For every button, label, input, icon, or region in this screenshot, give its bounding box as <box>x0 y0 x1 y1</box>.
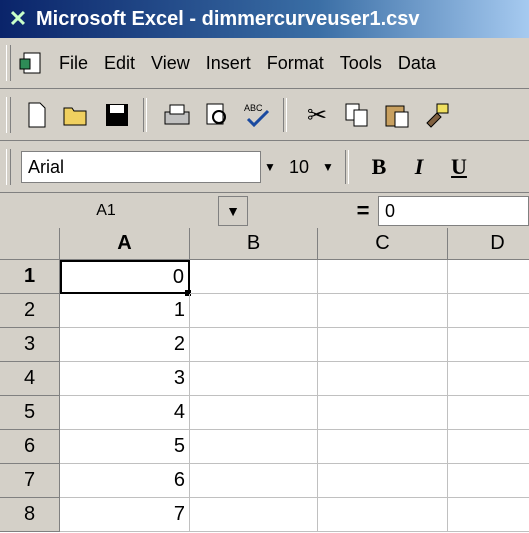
underline-label: U <box>451 154 467 179</box>
toolbar-grip[interactable] <box>6 97 11 133</box>
cell-b2[interactable] <box>190 294 318 328</box>
menu-file[interactable]: File <box>59 53 88 74</box>
cell-d2[interactable] <box>448 294 529 328</box>
toolbar-separator <box>143 98 147 132</box>
menu-format[interactable]: Format <box>267 53 324 74</box>
document-icon[interactable] <box>15 46 49 80</box>
cell-c2[interactable] <box>318 294 448 328</box>
title-bar: ✕ Microsoft Excel - dimmercurveuser1.csv <box>0 0 529 38</box>
font-name-box[interactable]: Arial <box>21 151 261 183</box>
select-all-corner[interactable] <box>0 228 60 260</box>
cell-d6[interactable] <box>448 430 529 464</box>
cell-b4[interactable] <box>190 362 318 396</box>
cell-c8[interactable] <box>318 498 448 532</box>
bold-button[interactable]: B <box>361 149 397 185</box>
print-preview-icon[interactable] <box>199 97 235 133</box>
font-name-value: Arial <box>28 156 65 177</box>
cell-c4[interactable] <box>318 362 448 396</box>
row-header-1[interactable]: 1 <box>0 260 60 294</box>
cell-c5[interactable] <box>318 396 448 430</box>
row-header-4[interactable]: 4 <box>0 362 60 396</box>
formula-input[interactable]: 0 <box>378 196 529 226</box>
cell-d7[interactable] <box>448 464 529 498</box>
cell-d3[interactable] <box>448 328 529 362</box>
cell-b1[interactable] <box>190 260 318 294</box>
menu-data[interactable]: Data <box>398 53 436 74</box>
svg-text:ABC: ABC <box>244 103 263 113</box>
cell-a6[interactable]: 5 <box>60 430 190 464</box>
cell-a5[interactable]: 4 <box>60 396 190 430</box>
row-header-7[interactable]: 7 <box>0 464 60 498</box>
cell-d8[interactable] <box>448 498 529 532</box>
format-painter-icon[interactable] <box>419 97 455 133</box>
copy-icon[interactable] <box>339 97 375 133</box>
cell-c7[interactable] <box>318 464 448 498</box>
menu-edit[interactable]: Edit <box>104 53 135 74</box>
menu-insert[interactable]: Insert <box>206 53 251 74</box>
column-header-d[interactable]: D <box>448 228 529 260</box>
cell-d1[interactable] <box>448 260 529 294</box>
cell-a3[interactable]: 2 <box>60 328 190 362</box>
cut-icon[interactable]: ✂ <box>299 97 335 133</box>
font-size-box[interactable]: 10 <box>279 151 319 183</box>
toolbar-grip[interactable] <box>6 45 11 81</box>
toolbar-separator <box>345 150 349 184</box>
cell-b5[interactable] <box>190 396 318 430</box>
cell-c3[interactable] <box>318 328 448 362</box>
save-icon[interactable] <box>99 97 135 133</box>
excel-icon[interactable]: ✕ <box>6 6 30 31</box>
cell-a8[interactable]: 7 <box>60 498 190 532</box>
cell-a2[interactable]: 1 <box>60 294 190 328</box>
row-header-8[interactable]: 8 <box>0 498 60 532</box>
row-header-2[interactable]: 2 <box>0 294 60 328</box>
column-header-a[interactable]: A <box>60 228 190 260</box>
print-icon[interactable] <box>159 97 195 133</box>
cell-b7[interactable] <box>190 464 318 498</box>
menu-bar: File Edit View Insert Format Tools Data <box>0 38 529 89</box>
italic-button[interactable]: I <box>401 149 437 185</box>
menu-view[interactable]: View <box>151 53 190 74</box>
name-box-value: A1 <box>96 202 116 219</box>
italic-label: I <box>414 154 424 179</box>
formatting-toolbar: Arial ▼ 10 ▼ B I U <box>0 140 529 193</box>
cell-c1[interactable] <box>318 260 448 294</box>
open-icon[interactable] <box>59 97 95 133</box>
name-box-dropdown-arrow[interactable]: ▼ <box>218 196 248 226</box>
font-dropdown-arrow[interactable]: ▼ <box>261 152 279 182</box>
cell-a4[interactable]: 3 <box>60 362 190 396</box>
font-size-value: 10 <box>288 156 310 177</box>
bold-label: B <box>371 154 387 179</box>
column-header-b[interactable]: B <box>190 228 318 260</box>
underline-button[interactable]: U <box>441 149 477 185</box>
cell-b8[interactable] <box>190 498 318 532</box>
spelling-icon[interactable]: ABC <box>239 97 275 133</box>
window-title: Microsoft Excel - dimmercurveuser1.csv <box>36 7 420 30</box>
worksheet-grid: A B C D 1 2 3 4 5 6 7 8 0 1 2 3 4 5 6 7 <box>0 228 529 533</box>
standard-toolbar: ABC ✂ <box>0 88 529 142</box>
size-dropdown-arrow[interactable]: ▼ <box>319 152 337 182</box>
cell-d5[interactable] <box>448 396 529 430</box>
row-header-6[interactable]: 6 <box>0 430 60 464</box>
cell-b6[interactable] <box>190 430 318 464</box>
cell-b3[interactable] <box>190 328 318 362</box>
cell-a1[interactable]: 0 <box>60 260 190 294</box>
row-header-5[interactable]: 5 <box>0 396 60 430</box>
cell-c6[interactable] <box>318 430 448 464</box>
equals-sign[interactable]: = <box>348 198 378 224</box>
paste-icon[interactable] <box>379 97 415 133</box>
cell-a7[interactable]: 6 <box>60 464 190 498</box>
formula-bar: A1 ▼ = 0 <box>0 192 529 230</box>
menu-tools[interactable]: Tools <box>340 53 382 74</box>
toolbar-separator <box>283 98 287 132</box>
row-header-3[interactable]: 3 <box>0 328 60 362</box>
name-box[interactable]: A1 <box>0 196 212 226</box>
formula-value: 0 <box>385 200 396 221</box>
cell-d4[interactable] <box>448 362 529 396</box>
new-icon[interactable] <box>19 97 55 133</box>
column-header-c[interactable]: C <box>318 228 448 260</box>
toolbar-grip[interactable] <box>6 149 11 185</box>
formula-spacer <box>248 196 348 226</box>
